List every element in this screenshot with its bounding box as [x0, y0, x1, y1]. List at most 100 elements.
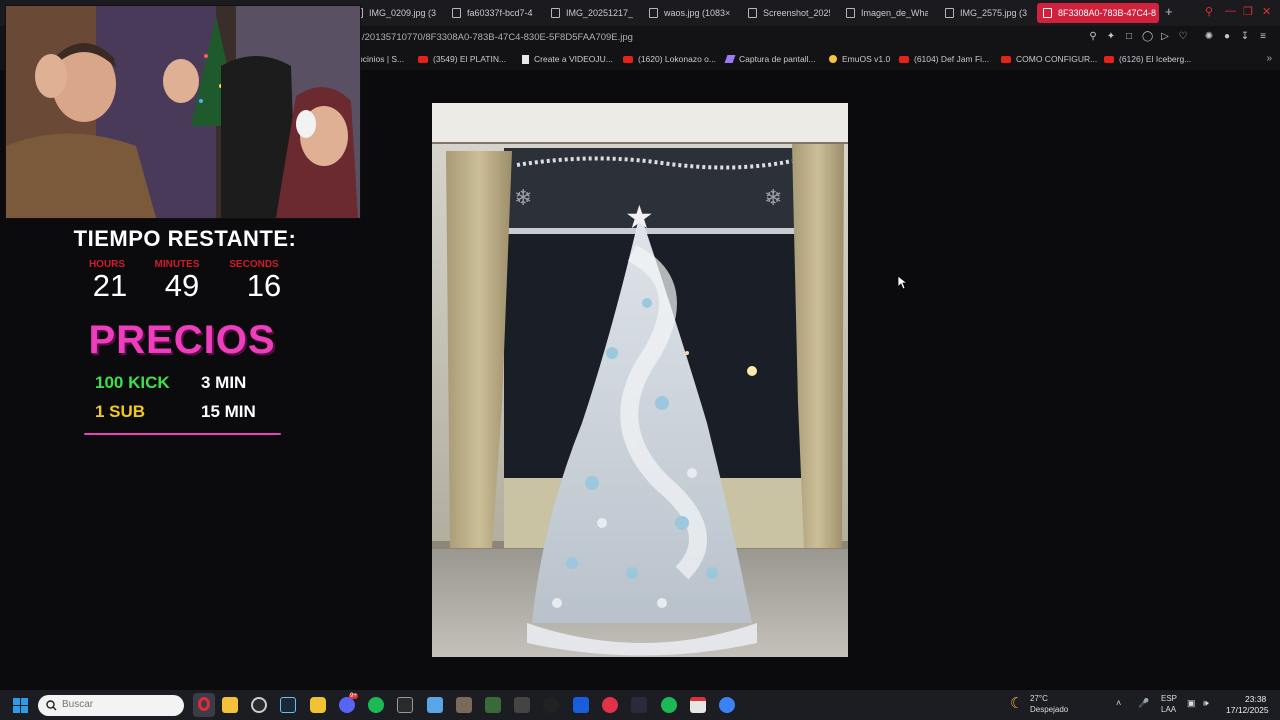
- bookmarks-more-icon[interactable]: »: [1266, 53, 1272, 64]
- maximize-icon[interactable]: ❐: [1243, 5, 1253, 18]
- extensions-icon[interactable]: ✺: [1204, 32, 1214, 42]
- tab-img-0209[interactable]: IMG_0209.jpg (3: [354, 3, 436, 23]
- bookmark-item[interactable]: EmuOS v1.0: [829, 54, 890, 64]
- moon-weather-icon[interactable]: ☾: [1010, 694, 1023, 712]
- close-icon[interactable]: ✕: [1262, 5, 1271, 18]
- pen-app-icon[interactable]: [631, 697, 647, 713]
- calendar-icon[interactable]: [690, 697, 706, 713]
- chrome-icon[interactable]: [251, 697, 267, 713]
- svg-text:❄: ❄: [764, 186, 782, 211]
- bookmark-label: ocinios | S...: [358, 54, 405, 64]
- steam-icon[interactable]: [280, 697, 296, 713]
- xbox-icon[interactable]: [485, 697, 501, 713]
- webcam-illustration: [6, 6, 360, 218]
- profile-icon[interactable]: ●: [1222, 32, 1232, 42]
- tab-waos[interactable]: waos.jpg (1083×: [649, 3, 731, 23]
- tab-screenshot[interactable]: Screenshot_2025: [748, 3, 830, 23]
- bitwarden-icon[interactable]: [573, 697, 589, 713]
- bookmark-label: Create a VIDEOJU...: [534, 54, 613, 64]
- clock-date[interactable]: 17/12/2025: [1226, 705, 1269, 715]
- clock-time[interactable]: 23:38: [1245, 694, 1266, 704]
- pen-icon: [724, 55, 736, 63]
- discord-badge: 9+: [349, 693, 358, 699]
- file-explorer-icon[interactable]: [222, 697, 238, 713]
- doc-icon: [522, 54, 529, 64]
- microphone-icon[interactable]: 🎤: [1138, 698, 1149, 709]
- tab-active-image[interactable]: 8F3308A0-783B-47C4-8: [1037, 3, 1159, 23]
- youtube-icon: [418, 55, 428, 63]
- svg-text:❄: ❄: [514, 186, 532, 211]
- prices-title: PRECIOS: [88, 318, 276, 362]
- tray-expand-icon[interactable]: ˄: [1116, 698, 1121, 708]
- bookmark-item[interactable]: Captura de pantall...: [724, 54, 816, 64]
- shield-app-icon[interactable]: [310, 697, 326, 713]
- tab-label: waos.jpg (1083×: [664, 8, 731, 18]
- weather-temperature[interactable]: 27°C: [1030, 694, 1048, 703]
- tab-label: 8F3308A0-783B-47C4-8: [1058, 8, 1157, 18]
- bookmark-item[interactable]: (1620) Lokonazo o...: [623, 54, 716, 64]
- globe-icon: [829, 55, 837, 63]
- spotify-icon[interactable]: [368, 697, 384, 713]
- tab-img-2575[interactable]: IMG_2575.jpg (3: [945, 3, 1027, 23]
- tab-label: IMG_2575.jpg (3: [960, 8, 1027, 18]
- menu-icon[interactable]: ≡: [1258, 32, 1268, 42]
- prices-underline: [84, 433, 281, 435]
- volume-icon[interactable]: 🕪: [1203, 698, 1209, 709]
- opera-icon[interactable]: [193, 693, 215, 717]
- bookmark-item[interactable]: (6104) Def Jam Fi...: [899, 54, 989, 64]
- price-time-kick: 3 MIN: [201, 373, 247, 392]
- search-tabs-icon[interactable]: ⚲: [1205, 5, 1213, 18]
- windows-start-icon[interactable]: [13, 698, 28, 713]
- bookmark-label: (6126) El Iceberg...: [1119, 54, 1192, 64]
- url-text[interactable]: /20135710770/8F3308A0-783B-47C4-830E-5F8…: [362, 32, 633, 43]
- notepad-icon[interactable]: [427, 697, 443, 713]
- new-tab-button[interactable]: +: [1165, 4, 1173, 19]
- minimize-icon[interactable]: —: [1225, 5, 1236, 17]
- shield-icon[interactable]: ◯: [1142, 32, 1153, 42]
- game-icon[interactable]: [456, 697, 472, 713]
- seconds-value: 16: [246, 268, 282, 303]
- bookmark-item[interactable]: COMO CONFIGUR...: [1001, 54, 1097, 64]
- tab-label: IMG_20251217_21: [566, 8, 633, 18]
- taskbar: 9+: [0, 690, 1280, 720]
- language-bottom[interactable]: LAA: [1161, 705, 1176, 714]
- language-top[interactable]: ESP: [1161, 694, 1177, 703]
- car-icon[interactable]: [514, 697, 530, 713]
- record-icon[interactable]: [602, 697, 618, 713]
- blue-app-icon[interactable]: [719, 697, 735, 713]
- spotify-icon[interactable]: [661, 697, 677, 713]
- tab-fa60337f[interactable]: fa60337f-bcd7-4: [452, 3, 534, 23]
- taskbar-search[interactable]: [38, 695, 184, 716]
- weather-description[interactable]: Despejado: [1030, 705, 1068, 714]
- bookmark-item[interactable]: ocinios | S...: [358, 54, 404, 64]
- photo-illustration: ❄ ❄ ★: [432, 103, 848, 657]
- play-icon[interactable]: ▷: [1160, 32, 1170, 42]
- download-icon[interactable]: ↧: [1240, 32, 1250, 42]
- tab-img-20251217[interactable]: IMG_20251217_21: [551, 3, 633, 23]
- bookmark-item[interactable]: (6126) El Iceberg...: [1104, 54, 1191, 64]
- bookmark-item[interactable]: Create a VIDEOJU...: [522, 54, 613, 64]
- search-input[interactable]: [62, 699, 172, 710]
- network-icon[interactable]: ▣: [1187, 698, 1196, 709]
- snapshot-icon[interactable]: □: [1124, 32, 1134, 42]
- webcam-feed: [5, 5, 361, 219]
- image-file-icon: [649, 8, 658, 18]
- zoom-icon[interactable]: ⚲: [1088, 32, 1098, 42]
- search-icon: [46, 700, 57, 711]
- cut-icon[interactable]: [543, 697, 559, 713]
- obs-icon[interactable]: [397, 697, 413, 713]
- image-file-icon: [551, 8, 560, 18]
- bookmark-label: COMO CONFIGUR...: [1016, 54, 1098, 64]
- tab-label: IMG_0209.jpg (3: [369, 8, 436, 18]
- tab-label: Imagen_de_What: [861, 8, 928, 18]
- christmas-tree-photo[interactable]: ❄ ❄ ★: [432, 103, 848, 657]
- bookmark-item[interactable]: (3549) El PLATIN...: [418, 54, 506, 64]
- discord-icon[interactable]: 9+: [339, 693, 358, 713]
- tab-imagen-whatsapp[interactable]: Imagen_de_What: [846, 3, 928, 23]
- tab-label: fa60337f-bcd7-4: [467, 8, 533, 18]
- bookmark-label: EmuOS v1.0: [842, 54, 891, 64]
- hours-value: 21: [92, 268, 128, 303]
- heart-icon[interactable]: ♡: [1178, 32, 1188, 42]
- pin-icon[interactable]: ✦: [1106, 32, 1116, 42]
- bookmark-label: (3549) El PLATIN...: [433, 54, 507, 64]
